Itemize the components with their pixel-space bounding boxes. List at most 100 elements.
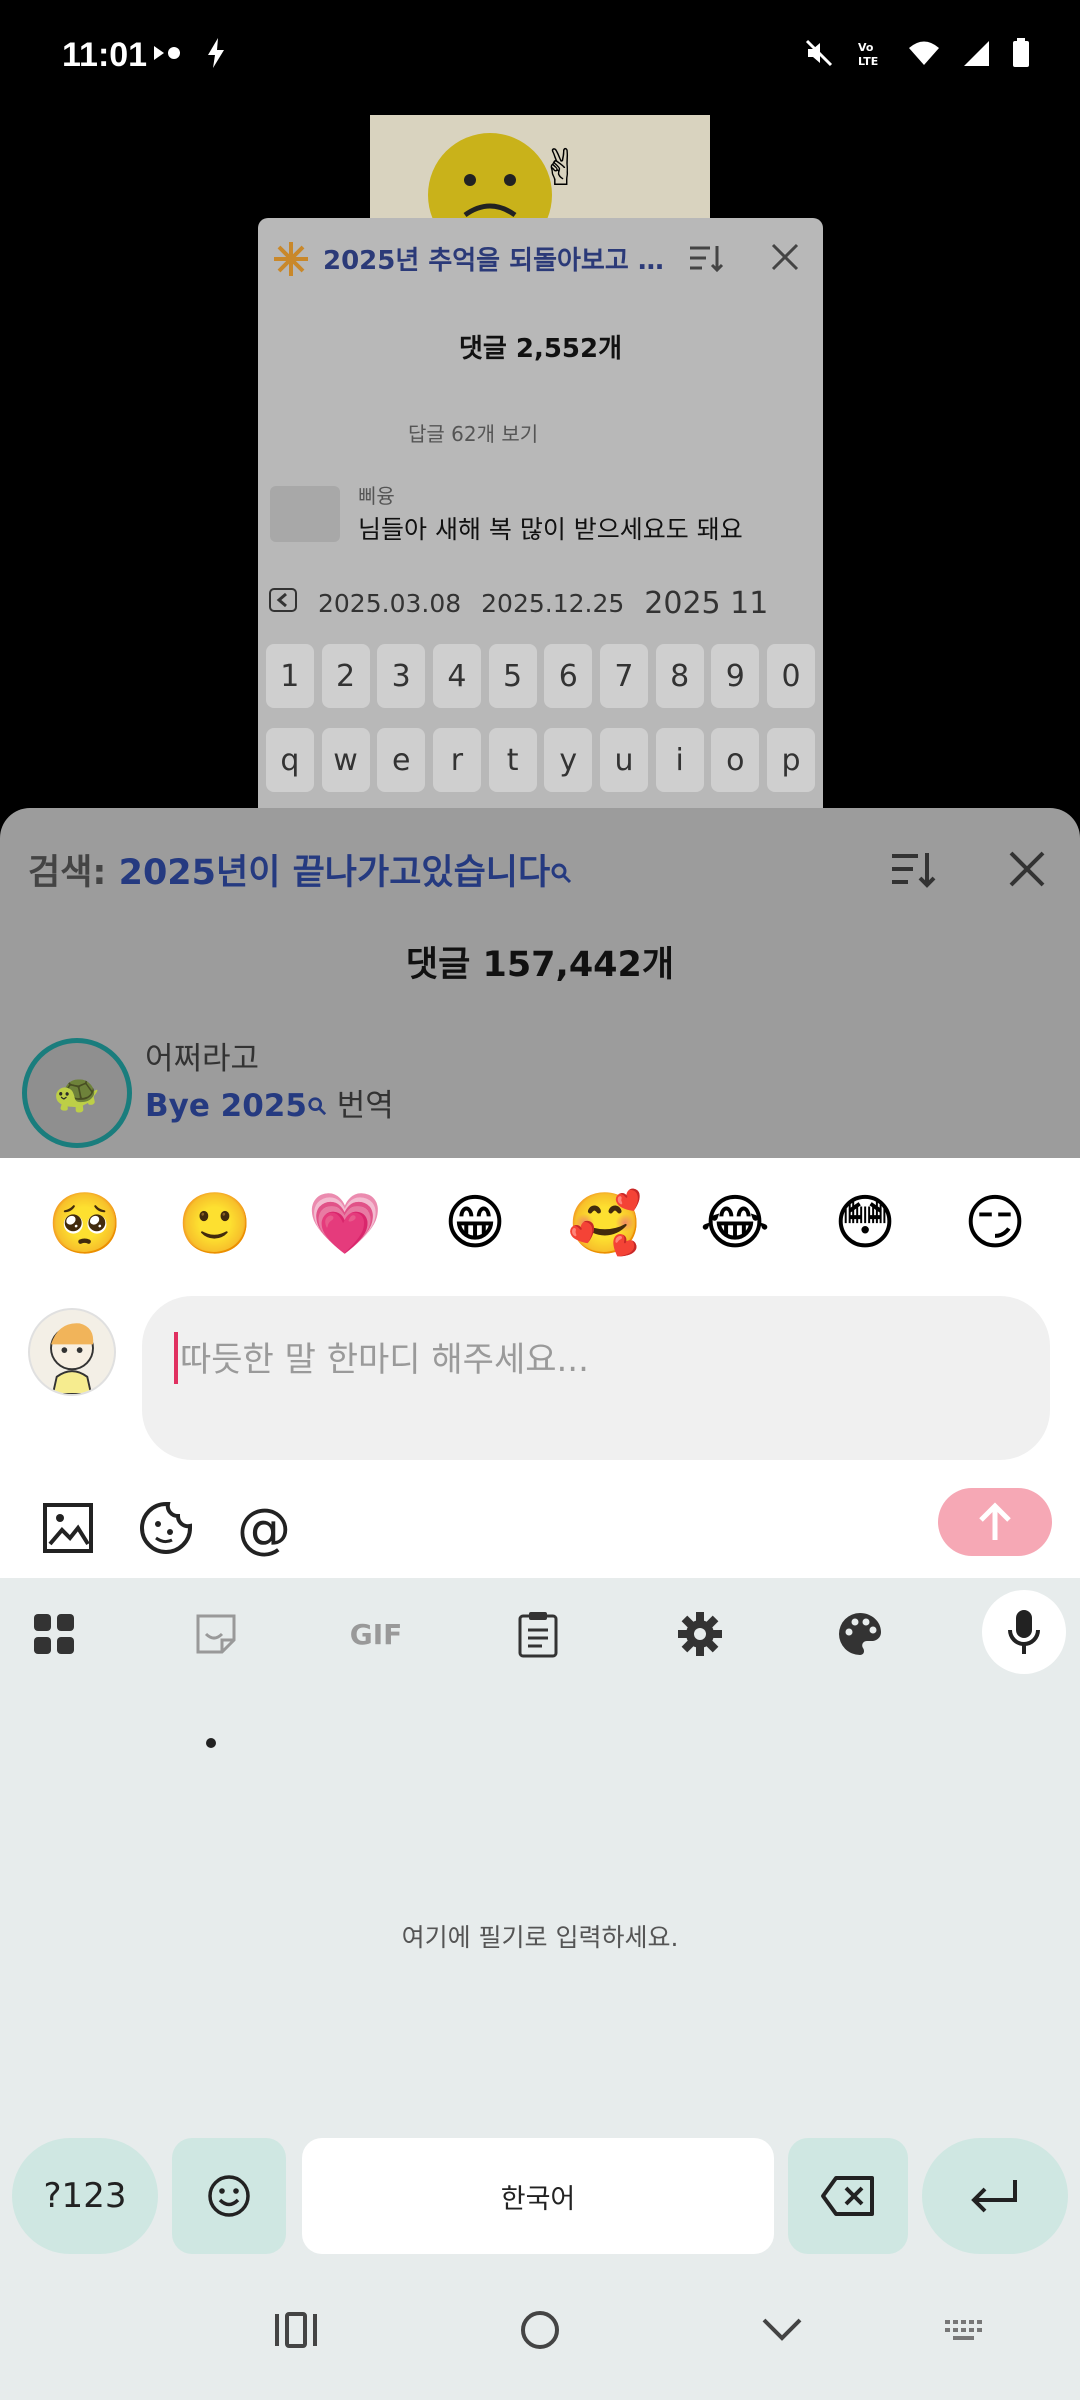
comments-sheet: 검색: 2025년이 끝나가고있습니다 댓글 157,442개 🐢 어쩌라고 B… — [0, 808, 1080, 1168]
emoji-button[interactable]: 😳 — [815, 1188, 915, 1259]
search-icon — [307, 1088, 327, 1124]
user-avatar — [28, 1308, 116, 1396]
clipboard-icon[interactable] — [508, 1606, 568, 1662]
comment-link[interactable]: Bye 2025 — [145, 1088, 307, 1124]
emoji-button[interactable]: 😁 — [425, 1188, 525, 1259]
comment-username[interactable]: 어쩌라고 — [145, 1033, 259, 1078]
close-icon — [770, 242, 800, 276]
emoji-button[interactable]: 🥺 — [35, 1188, 135, 1259]
apps-grid-icon[interactable] — [24, 1606, 84, 1662]
bg-key: 5 — [488, 644, 537, 708]
background-card-comment: 님들아 새해 복 많이 받으세요도 돼요 — [358, 515, 743, 544]
background-comment-avatar — [270, 486, 340, 542]
background-card-title: 2025년 추억을 되돌아보고 프로... — [323, 246, 683, 276]
emoji-button[interactable]: 💗 — [295, 1188, 395, 1259]
background-thumbnail: ✌ — [370, 115, 710, 225]
search-title: 검색: 2025년이 끝나가고있습니다 — [28, 844, 572, 895]
emoji-button[interactable]: 🙂 — [165, 1188, 265, 1259]
status-bar: 11:01 Vo LTE — [0, 0, 1080, 110]
bg-key: 1 — [265, 644, 314, 708]
smiley-icon — [208, 2175, 250, 2217]
background-number-row: 1 2 3 4 5 6 7 8 9 0 — [258, 644, 823, 708]
home-icon[interactable] — [500, 2290, 580, 2370]
enter-icon — [971, 2180, 1017, 2213]
handwriting-dot — [206, 1738, 216, 1748]
space-key[interactable]: 한국어 — [302, 2138, 774, 2254]
gear-icon[interactable] — [670, 1606, 730, 1662]
background-comment-card: 2025년 추억을 되돌아보고 프로... 댓글 2,552개 답글 62개 보… — [258, 218, 823, 818]
sort-icon — [688, 242, 724, 278]
gif-button[interactable]: GIF — [346, 1606, 406, 1662]
background-card-count: 댓글 2,552개 — [458, 334, 623, 364]
send-button[interactable] — [938, 1488, 1052, 1556]
image-icon[interactable] — [38, 1498, 98, 1558]
emoji-button[interactable]: 😏 — [945, 1188, 1045, 1259]
background-card-user: 삐융 — [358, 484, 395, 508]
charging-bolt-icon — [204, 36, 228, 74]
bg-key: u — [599, 728, 648, 792]
search-label: 검색: — [28, 853, 119, 893]
battery-icon — [1012, 38, 1030, 72]
sticker-icon[interactable] — [136, 1498, 196, 1558]
chevron-left-icon — [268, 585, 298, 621]
keyboard-toolbar: GIF — [0, 1578, 1080, 1688]
avatar[interactable]: 🐢 — [22, 1038, 132, 1148]
search-query-link[interactable]: 2025년이 끝나가고있습니다 — [119, 853, 551, 893]
recent-apps-icon[interactable] — [256, 2290, 336, 2370]
signal-icon — [962, 39, 990, 71]
hide-keyboard-icon[interactable] — [742, 2290, 822, 2370]
svg-text:✌: ✌ — [540, 139, 582, 197]
bg-key: p — [767, 728, 816, 792]
bg-key: r — [432, 728, 481, 792]
comment-text: Bye 2025 번역 — [145, 1080, 394, 1125]
suggestion-1: 2025.03.08 — [318, 588, 462, 618]
mention-icon[interactable]: @ — [234, 1497, 294, 1560]
arrow-up-icon — [979, 1502, 1011, 1540]
keyboard: GIF 여기에 필기로 입력하세요. ?123 한국어 — [0, 1578, 1080, 2400]
comment-count: 댓글 157,442개 — [405, 945, 675, 985]
sparkle-logo-icon — [272, 240, 310, 282]
translate-link[interactable]: 번역 — [327, 1088, 394, 1124]
bg-key: y — [544, 728, 593, 792]
bg-key: 9 — [711, 644, 760, 708]
bg-key: w — [321, 728, 370, 792]
bg-key: 6 — [544, 644, 593, 708]
bg-key: i — [655, 728, 704, 792]
backspace-icon — [821, 2176, 874, 2216]
bg-key: q — [265, 728, 314, 792]
enter-key[interactable] — [922, 2138, 1068, 2254]
background-letter-row: q w e r t y u i o p — [258, 728, 823, 792]
palette-icon[interactable] — [830, 1606, 890, 1662]
status-time: 11:01 — [62, 36, 148, 74]
bg-key: 8 — [655, 644, 704, 708]
microphone-icon — [1008, 1610, 1040, 1654]
notification-dots-icon — [150, 36, 184, 74]
bg-key: o — [711, 728, 760, 792]
bg-key: 2 — [321, 644, 370, 708]
emoji-button[interactable]: 🥰 — [555, 1188, 655, 1259]
emoji-button[interactable]: 😂 — [685, 1188, 785, 1259]
navigation-bar — [0, 2290, 1080, 2400]
close-icon[interactable] — [1008, 850, 1046, 892]
text-caret — [174, 1332, 178, 1384]
sort-icon[interactable] — [890, 848, 936, 894]
wifi-icon — [908, 39, 940, 71]
bg-key: 0 — [767, 644, 816, 708]
symbols-key[interactable]: ?123 — [12, 2138, 158, 2254]
sticker-icon[interactable] — [186, 1606, 246, 1662]
backspace-key[interactable] — [788, 2138, 908, 2254]
bg-key: 3 — [377, 644, 426, 708]
microphone-button[interactable] — [982, 1590, 1066, 1674]
bg-key: 4 — [432, 644, 481, 708]
emoji-key[interactable] — [172, 2138, 286, 2254]
bg-key: e — [377, 728, 426, 792]
svg-text:Vo: Vo — [858, 41, 874, 54]
bg-key: 7 — [599, 644, 648, 708]
comment-input[interactable]: 따듯한 말 한마디 해주세요... — [142, 1296, 1050, 1460]
keyboard-switch-icon[interactable] — [924, 2290, 1004, 2370]
svg-text:LTE: LTE — [858, 55, 878, 68]
quick-emoji-row: 🥺 🙂 💗 😁 🥰 😂 😳 😏 — [0, 1188, 1080, 1259]
background-card-replies: 답글 62개 보기 — [408, 422, 539, 446]
suggestion-3: 2025 11 — [644, 585, 769, 621]
bg-key: t — [488, 728, 537, 792]
